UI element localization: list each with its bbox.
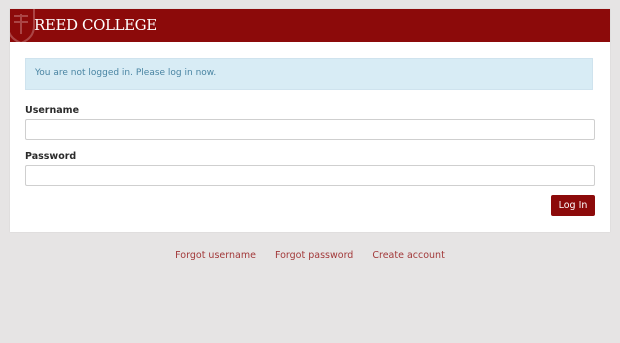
login-alert: You are not logged in. Please log in now… bbox=[25, 58, 593, 90]
create-account-link[interactable]: Create account bbox=[372, 250, 444, 261]
password-label: Password bbox=[25, 151, 77, 162]
login-card: REED COLLEGE You are not logged in. Plea… bbox=[10, 9, 610, 232]
site-logo[interactable]: REED COLLEGE bbox=[34, 16, 157, 34]
username-input[interactable] bbox=[25, 119, 595, 140]
footer-links: Forgot username Forgot password Create a… bbox=[0, 250, 620, 261]
username-label: Username bbox=[25, 105, 80, 116]
password-input[interactable] bbox=[25, 165, 595, 186]
forgot-username-link[interactable]: Forgot username bbox=[175, 250, 256, 261]
site-header: REED COLLEGE bbox=[10, 9, 610, 42]
login-button[interactable]: Log In bbox=[551, 195, 595, 216]
forgot-password-link[interactable]: Forgot password bbox=[275, 250, 353, 261]
